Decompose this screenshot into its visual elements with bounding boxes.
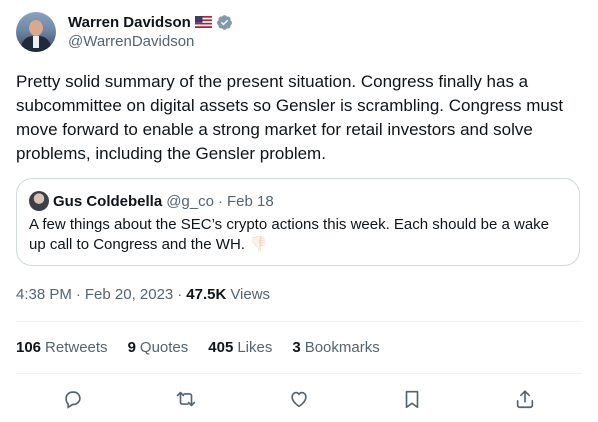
- quoted-author-handle: @g_co: [166, 192, 214, 210]
- reply-icon: [64, 391, 81, 409]
- quoted-author-name: Gus Coldebella: [53, 192, 163, 210]
- quotes-stat[interactable]: 9 Quotes: [128, 339, 189, 356]
- likes-stat[interactable]: 405 Likes: [208, 339, 272, 356]
- quotes-label: Quotes: [139, 339, 189, 356]
- quoted-author-avatar: [29, 191, 49, 211]
- bookmark-icon: [405, 390, 419, 409]
- author-avatar[interactable]: [16, 12, 56, 52]
- reply-button[interactable]: [58, 384, 88, 414]
- views-count: 47.5K: [186, 286, 227, 303]
- thumbs-down-emoji: 👎🏻: [249, 236, 268, 253]
- bookmarks-stat[interactable]: 3 Bookmarks: [292, 339, 379, 356]
- like-button[interactable]: [284, 384, 314, 414]
- verified-badge-icon[interactable]: [216, 14, 233, 31]
- retweet-icon: [176, 391, 196, 407]
- quoted-tweet-text: A few things about the SEC’s crypto acti…: [29, 215, 569, 255]
- share-icon: [517, 390, 534, 409]
- bookmarks-label: Bookmarks: [304, 339, 380, 356]
- quoted-tweet-body: A few things about the SEC’s crypto acti…: [29, 216, 550, 253]
- divider-bottom: [16, 373, 582, 374]
- action-bar: [16, 384, 582, 414]
- retweets-label: Retweets: [45, 339, 108, 356]
- author-name[interactable]: Warren Davidson: [68, 14, 191, 31]
- meta-separator: ·: [75, 286, 81, 303]
- retweets-stat[interactable]: 106 Retweets: [16, 339, 108, 356]
- quoted-tweet-header: Gus Coldebella @g_co · Feb 18: [29, 191, 274, 211]
- quoted-tweet-card[interactable]: Gus Coldebella @g_co · Feb 18 A few thin…: [16, 178, 580, 266]
- author-handle[interactable]: @WarrenDavidson: [68, 33, 194, 50]
- share-button[interactable]: [510, 384, 540, 414]
- retweet-button[interactable]: [171, 384, 201, 414]
- likes-label: Likes: [237, 339, 273, 356]
- tweet-time[interactable]: 4:38 PM: [16, 286, 72, 303]
- author-name-row: Warren Davidson: [68, 12, 233, 32]
- meta-separator-2: ·: [177, 286, 183, 303]
- views-label: Views: [230, 286, 271, 303]
- quotes-count: 9: [127, 339, 136, 356]
- likes-count: 405: [208, 339, 234, 356]
- quoted-separator: ·: [217, 192, 223, 210]
- like-icon: [291, 391, 307, 408]
- quoted-tweet-date: Feb 18: [226, 192, 274, 210]
- retweets-count: 106: [16, 339, 42, 356]
- bookmarks-count: 3: [292, 339, 301, 356]
- us-flag-icon: [194, 16, 212, 28]
- bookmark-button[interactable]: [397, 384, 427, 414]
- divider-top: [16, 321, 582, 322]
- tweet-meta: 4:38 PM · Feb 20, 2023 · 47.5K Views: [16, 286, 270, 303]
- tweet-date[interactable]: Feb 20, 2023: [85, 286, 173, 303]
- tweet-text: Pretty solid summary of the present situ…: [16, 72, 568, 163]
- engagement-stats: 106 Retweets 9 Quotes 405 Likes 3 Bookma…: [16, 339, 380, 356]
